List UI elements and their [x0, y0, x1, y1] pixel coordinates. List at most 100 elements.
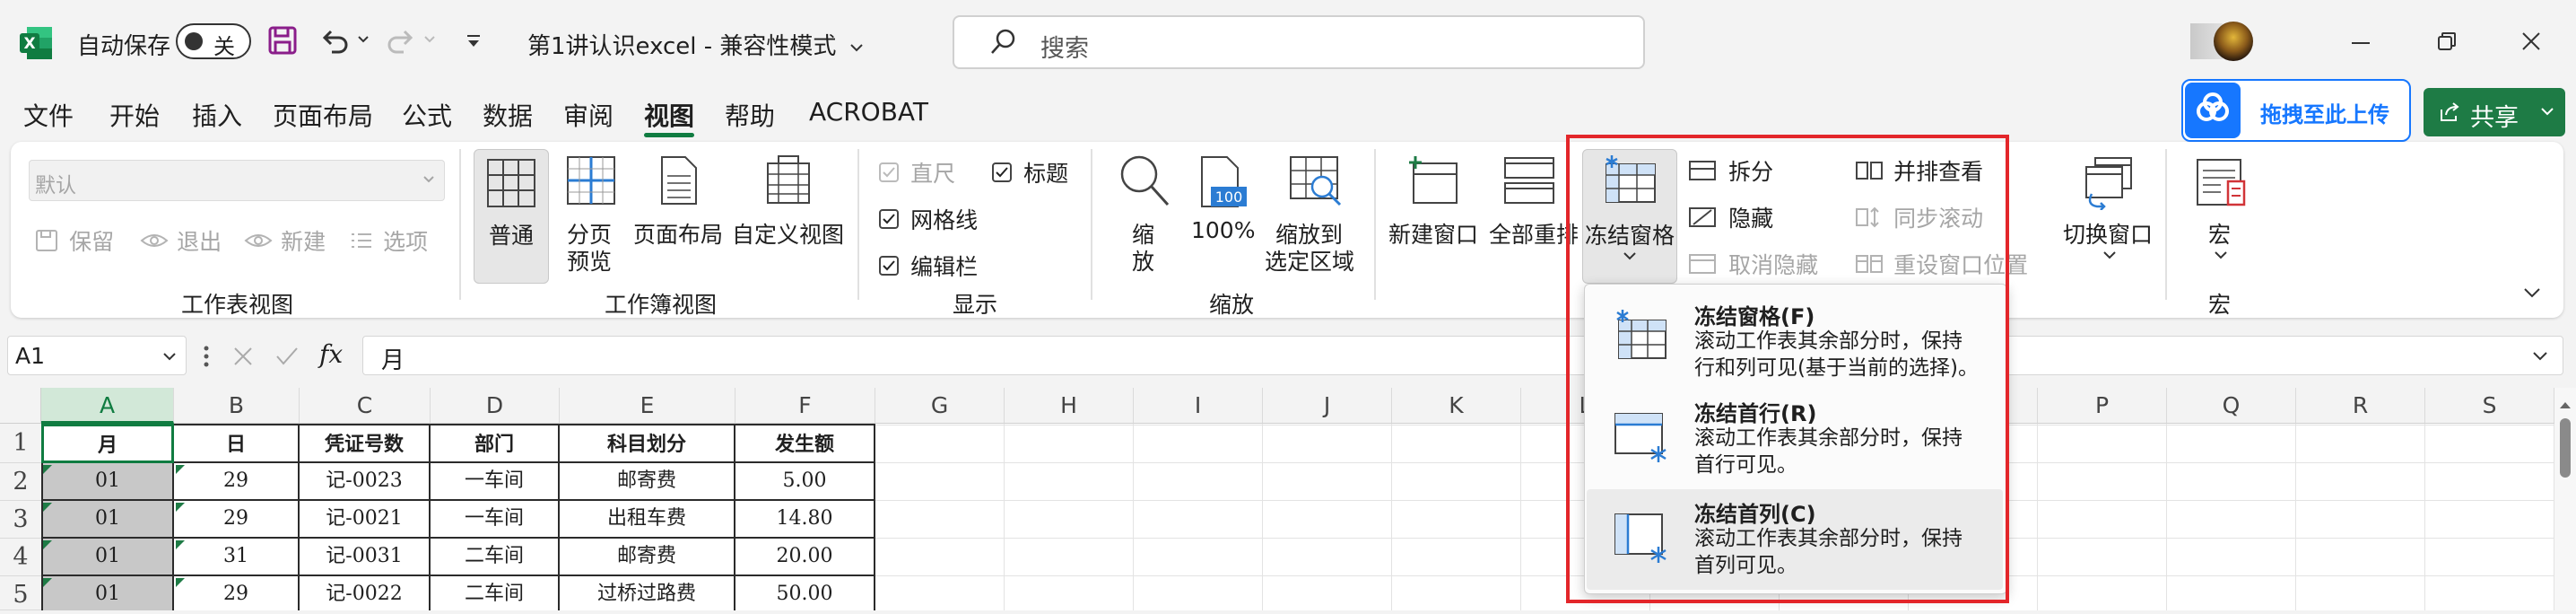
column-header-s[interactable]: S: [2425, 388, 2554, 424]
column-header-r[interactable]: R: [2296, 388, 2425, 424]
more-options-icon[interactable]: [203, 345, 210, 368]
row-header-4[interactable]: 4: [0, 539, 41, 576]
restore-icon[interactable]: [2436, 31, 2458, 52]
name-box[interactable]: A1: [7, 336, 187, 375]
table-cell[interactable]: 过桥过路费: [560, 576, 735, 610]
column-header-j[interactable]: J: [1263, 388, 1392, 424]
column-header-h[interactable]: H: [1005, 388, 1134, 424]
redo-dropdown-icon[interactable]: [423, 34, 436, 45]
redo-icon[interactable]: [386, 25, 416, 56]
menu-home[interactable]: 开始: [109, 97, 160, 133]
table-header-cell[interactable]: 日: [174, 424, 300, 463]
formula-input[interactable]: 月: [362, 336, 2563, 375]
table-cell[interactable]: 20.00: [735, 539, 875, 576]
macros-button[interactable]: 宏: [2180, 153, 2260, 278]
table-cell[interactable]: 出租车费: [560, 501, 735, 539]
undo-icon[interactable]: [319, 25, 350, 56]
table-cell[interactable]: 29: [174, 463, 300, 501]
table-cell[interactable]: 5.00: [735, 463, 875, 501]
column-header-d[interactable]: D: [431, 388, 560, 424]
table-cell[interactable]: 记-0021: [300, 501, 431, 539]
menu-insert[interactable]: 插入: [192, 97, 242, 133]
row-header-2[interactable]: 2: [0, 463, 41, 501]
menu-file[interactable]: 文件: [23, 97, 74, 133]
column-header-b[interactable]: B: [174, 388, 300, 424]
exit-button[interactable]: 退出: [140, 224, 222, 257]
select-all-corner[interactable]: [0, 388, 41, 424]
table-cell-month[interactable]: 01: [41, 576, 174, 610]
column-header-e[interactable]: E: [560, 388, 735, 424]
table-cell[interactable]: 二车间: [431, 539, 560, 576]
expand-formula-icon[interactable]: [2532, 349, 2548, 362]
table-cell[interactable]: 31: [174, 539, 300, 576]
page-layout-button[interactable]: 页面布局: [633, 153, 723, 278]
formula-bar-checkbox[interactable]: 编辑栏: [879, 250, 978, 282]
custom-views-button[interactable]: 自定义视图: [732, 153, 844, 278]
table-header-cell[interactable]: 部门: [431, 424, 560, 463]
zoom-button[interactable]: 缩 放: [1105, 153, 1180, 278]
undo-dropdown-icon[interactable]: [357, 34, 370, 45]
table-cell[interactable]: 邮寄费: [560, 463, 735, 501]
customize-toolbar-icon[interactable]: [465, 32, 483, 50]
keep-button[interactable]: 保留: [34, 224, 114, 257]
table-header-cell[interactable]: 凭证号数: [300, 424, 431, 463]
row-header-5[interactable]: 5: [0, 576, 41, 610]
ruler-checkbox[interactable]: 直尺: [879, 156, 955, 189]
minimize-icon[interactable]: [2350, 34, 2371, 52]
autosave-toggle[interactable]: 关: [176, 23, 251, 59]
menu-data[interactable]: 数据: [483, 97, 533, 133]
menu-review[interactable]: 审阅: [563, 97, 614, 133]
enter-icon[interactable]: [274, 345, 300, 368]
arrange-all-button[interactable]: 全部重排: [1485, 153, 1579, 278]
column-header-c[interactable]: C: [300, 388, 431, 424]
column-header-q[interactable]: Q: [2167, 388, 2296, 424]
menu-help[interactable]: 帮助: [725, 97, 775, 133]
insert-function-button[interactable]: fx: [319, 339, 343, 369]
row-header-1[interactable]: 1: [0, 424, 41, 463]
table-header-cell[interactable]: 发生额: [735, 424, 875, 463]
new-window-button[interactable]: 新建窗口: [1387, 153, 1480, 278]
table-cell[interactable]: 一车间: [431, 463, 560, 501]
table-header-cell[interactable]: 月: [41, 424, 174, 463]
table-cell[interactable]: 50.00: [735, 576, 875, 610]
table-cell[interactable]: 邮寄费: [560, 539, 735, 576]
scroll-thumb[interactable]: [2560, 418, 2571, 478]
switch-windows-button[interactable]: 切换窗口: [2059, 153, 2158, 278]
headings-checkbox[interactable]: 标题: [992, 156, 1068, 189]
table-header-cell[interactable]: 科目划分: [560, 424, 735, 463]
column-header-k[interactable]: K: [1392, 388, 1521, 424]
table-cell[interactable]: 14.80: [735, 501, 875, 539]
table-cell-month[interactable]: 01: [41, 539, 174, 576]
column-header-i[interactable]: I: [1134, 388, 1263, 424]
close-icon[interactable]: [2520, 31, 2542, 52]
column-header-f[interactable]: F: [735, 388, 875, 424]
gridlines-checkbox[interactable]: 网格线: [879, 203, 978, 235]
table-cell-month[interactable]: 01: [41, 463, 174, 501]
file-title[interactable]: 第1讲认识excel - 兼容性模式: [527, 28, 864, 61]
row-header-3[interactable]: 3: [0, 501, 41, 539]
user-avatar[interactable]: [2190, 20, 2255, 63]
table-cell[interactable]: 记-0022: [300, 576, 431, 610]
page-break-button[interactable]: 分页 预览: [558, 153, 622, 278]
share-button[interactable]: 共享: [2424, 88, 2565, 136]
options-button[interactable]: 选项: [350, 224, 428, 257]
upload-button[interactable]: 拖拽至此上传: [2181, 79, 2411, 142]
table-cell[interactable]: 记-0031: [300, 539, 431, 576]
column-header-a[interactable]: A: [41, 388, 174, 424]
normal-view-button[interactable]: 普通: [474, 149, 549, 284]
save-icon[interactable]: [267, 25, 298, 56]
table-cell[interactable]: 记-0023: [300, 463, 431, 501]
table-cell[interactable]: 二车间: [431, 576, 560, 610]
new-view-button[interactable]: 新建: [244, 224, 326, 257]
zoom-selection-button[interactable]: 缩放到 选定区域: [1265, 153, 1365, 278]
collapse-ribbon-icon[interactable]: [2522, 285, 2542, 300]
menu-view[interactable]: 视图: [644, 97, 694, 133]
table-cell[interactable]: 29: [174, 576, 300, 610]
table-cell[interactable]: 一车间: [431, 501, 560, 539]
cancel-icon[interactable]: [231, 345, 255, 368]
sheet-view-dropdown[interactable]: 默认: [29, 160, 445, 201]
search-box[interactable]: 搜索: [953, 15, 1645, 69]
vertical-scrollbar[interactable]: [2554, 388, 2576, 610]
table-cell-month[interactable]: 01: [41, 501, 174, 539]
menu-page-layout[interactable]: 页面布局: [273, 97, 373, 133]
